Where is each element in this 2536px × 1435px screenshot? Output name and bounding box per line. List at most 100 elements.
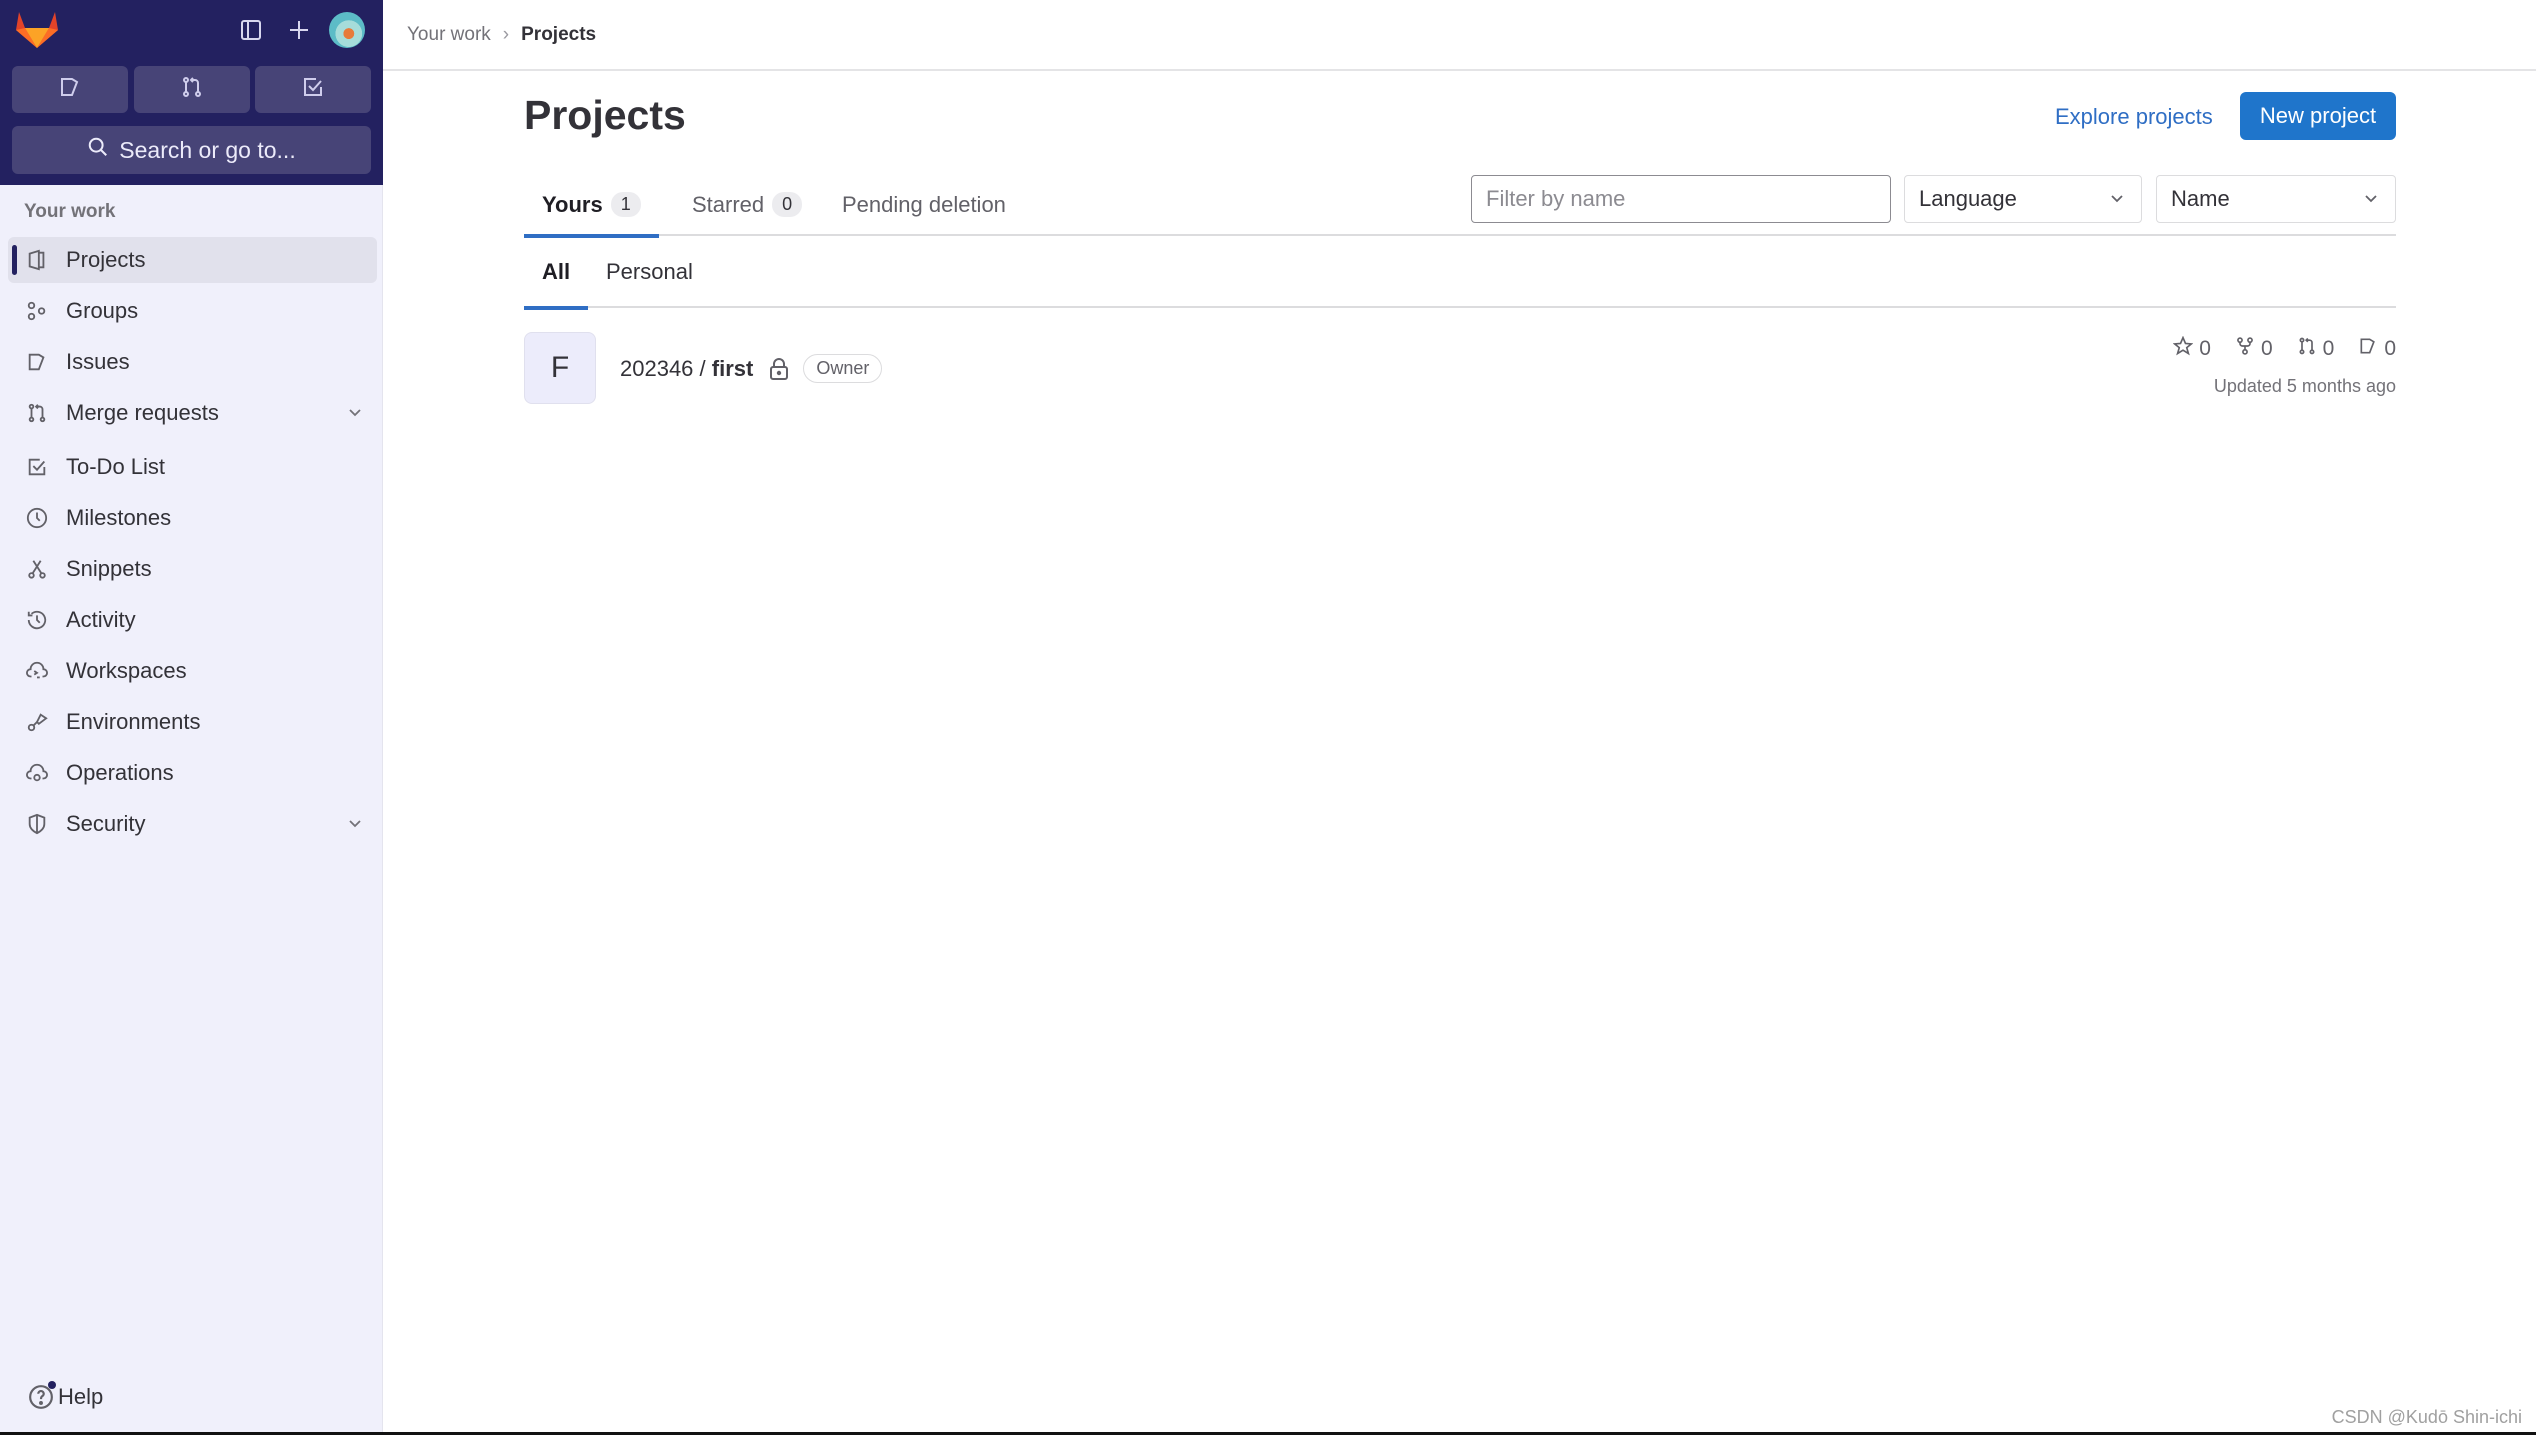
subtab-personal[interactable]: Personal (606, 236, 693, 308)
sort-dropdown-value: Name (2171, 186, 2230, 211)
todo-icon (301, 75, 325, 104)
sidebar-item-activity[interactable]: Activity (8, 597, 377, 643)
forks-count[interactable]: 0 (2235, 336, 2273, 362)
sidebar-section-label: Your work (24, 201, 116, 222)
gitlab-logo[interactable] (15, 10, 59, 50)
star-icon (2172, 335, 2194, 362)
merge-request-icon (180, 75, 204, 104)
history-icon (24, 607, 50, 633)
tab-yours[interactable]: Yours 1 (524, 173, 659, 238)
merge-request-icon (2297, 336, 2317, 362)
user-avatar[interactable] (329, 12, 365, 48)
todo-icon (24, 454, 50, 480)
snippet-icon (24, 556, 50, 582)
breadcrumb: Your work › Projects (407, 24, 596, 46)
issues-quick-button[interactable] (12, 66, 128, 113)
sidebar-item-security[interactable]: Security (8, 801, 377, 847)
cloud-gear-icon (24, 760, 50, 786)
environment-icon (24, 709, 50, 735)
sidebar-item-label: Snippets (66, 556, 152, 581)
sidebar-item-merge-requests[interactable]: Merge requests (8, 390, 377, 436)
help-button[interactable]: Help (28, 1381, 104, 1410)
merge-request-icon (24, 400, 50, 426)
sidebar-item-todo-list[interactable]: To-Do List (8, 444, 377, 490)
tab-label: Yours (542, 191, 603, 217)
breadcrumb-projects[interactable]: Projects (521, 24, 596, 46)
tab-count-badge: 1 (610, 192, 641, 217)
sidebar-item-label: Security (66, 811, 146, 836)
search-button[interactable]: Search or go to... (12, 126, 371, 174)
project-name-link[interactable]: 202346 / first Owner (620, 354, 883, 383)
sidebar-item-workspaces[interactable]: Workspaces (8, 648, 377, 694)
notification-dot (48, 1381, 56, 1389)
explore-projects-link[interactable]: Explore projects (2055, 104, 2213, 130)
plus-icon[interactable] (279, 12, 319, 48)
project-stats: 0 0 0 0 (2172, 335, 2396, 362)
breadcrumb-your-work[interactable]: Your work (407, 24, 491, 46)
new-project-button[interactable]: New project (2240, 92, 2396, 140)
updated-time: Updated 5 months ago (2213, 376, 2396, 396)
sidebar-item-label: Milestones (66, 505, 172, 530)
project-avatar[interactable]: F (524, 332, 596, 404)
role-badge: Owner (803, 354, 883, 383)
shield-icon (24, 811, 50, 837)
sidebar-item-label: Merge requests (66, 400, 219, 425)
sidebar-header: Search or go to... (0, 0, 383, 185)
sidebar-item-label: To-Do List (66, 454, 166, 479)
project-path-separator: / (693, 355, 712, 381)
top-bar: Your work › Projects (383, 0, 2536, 71)
cloud-terminal-icon (24, 658, 50, 684)
language-dropdown-value: Language (1919, 186, 2017, 211)
subtab-all[interactable]: All (524, 236, 589, 310)
issues-count[interactable]: 0 (2358, 336, 2396, 362)
sidebar-item-label: Activity (66, 607, 136, 632)
issues-icon (24, 349, 50, 375)
sidebar-item-environments[interactable]: Environments (8, 699, 377, 745)
sidebar-toggle-icon[interactable] (231, 12, 271, 48)
issues-icon (2358, 336, 2378, 362)
chevron-down-icon (2363, 186, 2379, 212)
fork-icon (2235, 336, 2255, 362)
todos-quick-button[interactable] (255, 66, 371, 113)
chevron-down-icon[interactable] (347, 811, 363, 837)
merge-requests-count[interactable]: 0 (2297, 336, 2334, 362)
stars-value: 0 (2199, 337, 2211, 360)
sidebar: Search or go to... Your work Projects Gr… (0, 0, 383, 1432)
breadcrumb-separator: › (502, 24, 510, 45)
project-icon (24, 247, 50, 273)
sidebar-item-label: Operations (66, 760, 174, 785)
sidebar-item-operations[interactable]: Operations (8, 750, 377, 796)
search-icon (87, 136, 109, 164)
sidebar-item-label: Issues (66, 349, 130, 374)
help-label: Help (58, 1384, 104, 1409)
group-icon (24, 298, 50, 324)
stars-count[interactable]: 0 (2172, 335, 2211, 362)
sidebar-item-projects[interactable]: Projects (8, 237, 377, 283)
project-name: first (711, 355, 754, 381)
tab-starred[interactable]: Starred 0 (674, 173, 820, 236)
project-list-item: F 202346 / first Owner 0 0 0 0 Updated 5… (524, 332, 2396, 408)
project-namespace: 202346 (620, 355, 694, 381)
forks-value: 0 (2260, 337, 2273, 360)
language-dropdown[interactable]: Language (1904, 175, 2142, 223)
watermark: CSDN @Kudō Shin-ichi (2331, 1407, 2522, 1427)
clock-icon (24, 505, 50, 531)
chevron-down-icon[interactable] (347, 400, 363, 426)
page-title: Projects (524, 92, 686, 138)
sidebar-item-issues[interactable]: Issues (8, 339, 377, 385)
sort-dropdown[interactable]: Name (2156, 175, 2396, 223)
merge-requests-quick-button[interactable] (134, 66, 250, 113)
lock-icon (769, 357, 789, 380)
sidebar-item-label: Environments (66, 709, 201, 734)
sidebar-item-snippets[interactable]: Snippets (8, 546, 377, 592)
tab-pending-deletion[interactable]: Pending deletion (824, 173, 1024, 236)
help-icon (28, 1381, 56, 1410)
sidebar-item-label: Workspaces (66, 658, 187, 683)
filter-by-name-input[interactable] (1471, 175, 1891, 223)
sidebar-item-label: Projects (66, 247, 146, 272)
project-subtabs: All Personal (524, 236, 2396, 310)
sidebar-item-groups[interactable]: Groups (8, 288, 377, 334)
tab-label: Pending deletion (842, 191, 1006, 217)
sidebar-item-milestones[interactable]: Milestones (8, 495, 377, 541)
sidebar-item-label: Groups (66, 298, 139, 323)
